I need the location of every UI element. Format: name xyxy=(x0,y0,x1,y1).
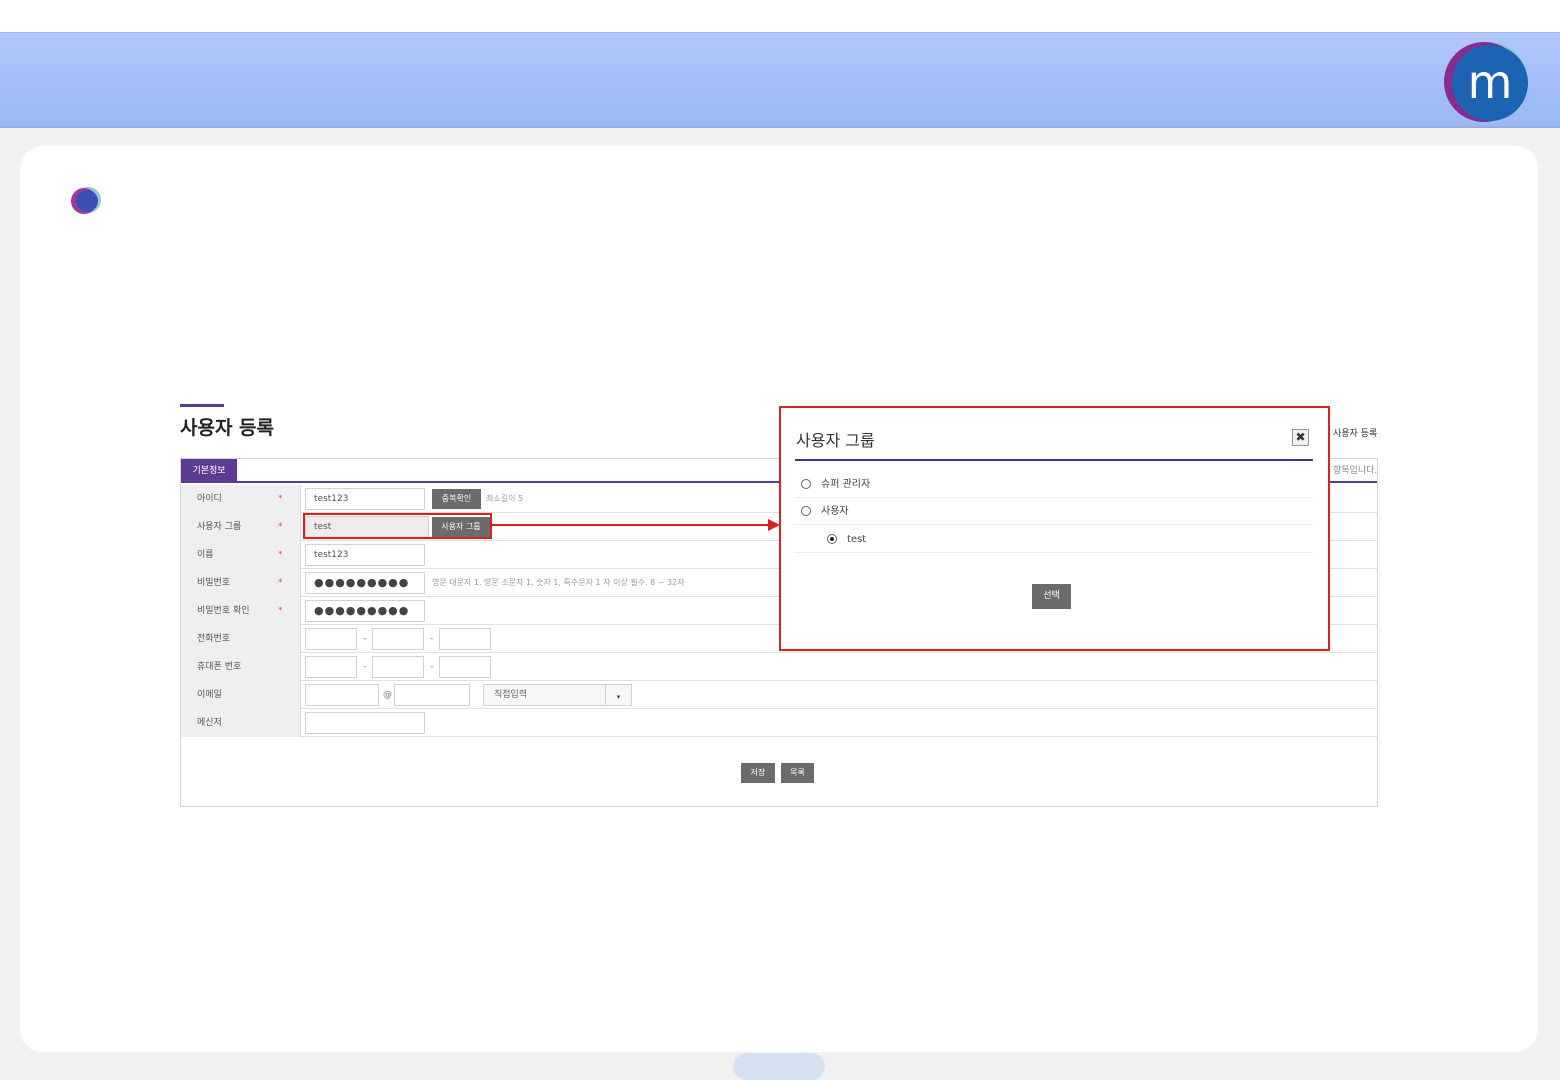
title-accent-bar xyxy=(180,404,224,407)
at-sign: @ xyxy=(383,690,392,700)
save-button[interactable]: 저장 xyxy=(741,763,775,783)
select-button[interactable]: 선택 xyxy=(1032,584,1071,609)
password-confirm-input[interactable]: ●●●●●●●●● xyxy=(305,600,425,622)
dash: - xyxy=(363,634,367,644)
group-option-test[interactable]: test xyxy=(795,526,1313,553)
required-mark: * xyxy=(278,550,283,560)
row-email: 이메일 @ 직접입력 ▾ xyxy=(181,681,1377,709)
label-email: 이메일 xyxy=(181,681,301,709)
breadcrumb: 사용자 등록 xyxy=(1333,429,1378,439)
dash: - xyxy=(430,662,434,672)
label-mobile: 휴대폰 번호 xyxy=(181,653,301,681)
label-password-confirm: 비밀번호 확인 xyxy=(181,597,301,625)
radio-button-selected[interactable] xyxy=(827,534,837,544)
required-notice: 항목입니다. xyxy=(1333,466,1378,476)
option-label: test xyxy=(847,534,867,545)
user-group-modal: 사용자 그룹 ✖ 슈퍼 관리자 사용자 test 선택 xyxy=(779,406,1330,651)
label-password: 비밀번호 xyxy=(181,569,301,597)
close-icon[interactable]: ✖ xyxy=(1292,429,1309,446)
dash: - xyxy=(363,662,367,672)
option-label: 사용자 xyxy=(821,506,849,517)
top-strip xyxy=(0,0,1560,32)
modal-title: 사용자 그룹 xyxy=(796,431,875,450)
tab-basic-info[interactable]: 기본정보 xyxy=(181,459,237,483)
phone-part-1[interactable] xyxy=(305,628,357,650)
dash: - xyxy=(430,634,434,644)
label-group: 사용자 그룹 xyxy=(181,513,301,541)
email-domain-select[interactable]: 직접입력 ▾ xyxy=(483,684,632,706)
radio-button[interactable] xyxy=(801,479,811,489)
chevron-down-icon: ▾ xyxy=(605,685,631,705)
brand-logo: m xyxy=(1444,42,1528,122)
radio-button[interactable] xyxy=(801,506,811,516)
page-indicator[interactable] xyxy=(733,1053,825,1080)
mobile-part-1[interactable] xyxy=(305,656,357,678)
password-hint: 영문 대문자 1, 영문 소문자 1, 숫자 1, 특수문자 1 자 이상 필수… xyxy=(432,578,685,587)
id-hint: 최소길이 5 xyxy=(486,494,524,503)
row-messenger: 메신저 xyxy=(181,709,1377,737)
phone-part-3[interactable] xyxy=(439,628,491,650)
required-mark: * xyxy=(278,522,283,532)
callout-arrow-line xyxy=(492,524,770,526)
password-input[interactable]: ●●●●●●●●● xyxy=(305,572,425,594)
section-bullet-icon xyxy=(71,187,101,214)
label-messenger: 메신저 xyxy=(181,709,301,737)
modal-title-underline xyxy=(795,459,1313,461)
group-option-super-admin[interactable]: 슈퍼 관리자 xyxy=(795,471,1313,498)
logo-letter: m xyxy=(1468,55,1513,109)
label-phone: 전화번호 xyxy=(181,625,301,653)
row-mobile: 휴대폰 번호 - - xyxy=(181,653,1377,681)
mobile-part-2[interactable] xyxy=(372,656,424,678)
email-domain-input[interactable] xyxy=(394,684,470,706)
name-input[interactable]: test123 xyxy=(305,544,425,566)
header-banner xyxy=(0,32,1560,128)
page-title: 사용자 등록 xyxy=(180,417,275,439)
option-label: 슈퍼 관리자 xyxy=(821,479,871,490)
email-domain-select-value: 직접입력 xyxy=(494,690,528,700)
email-local-input[interactable] xyxy=(305,684,379,706)
required-mark: * xyxy=(278,578,283,588)
id-input[interactable]: test123 xyxy=(305,488,425,510)
mobile-part-3[interactable] xyxy=(439,656,491,678)
required-mark: * xyxy=(278,606,283,616)
label-id: 아이디 xyxy=(181,485,301,513)
list-button[interactable]: 목록 xyxy=(781,763,814,783)
phone-part-2[interactable] xyxy=(372,628,424,650)
check-duplicate-button[interactable]: 중복확인 xyxy=(432,489,481,509)
required-mark: * xyxy=(278,494,283,504)
label-name: 이름 xyxy=(181,541,301,569)
messenger-input[interactable] xyxy=(305,712,425,734)
group-field-highlight xyxy=(303,513,492,539)
group-option-user[interactable]: 사용자 xyxy=(795,498,1313,525)
